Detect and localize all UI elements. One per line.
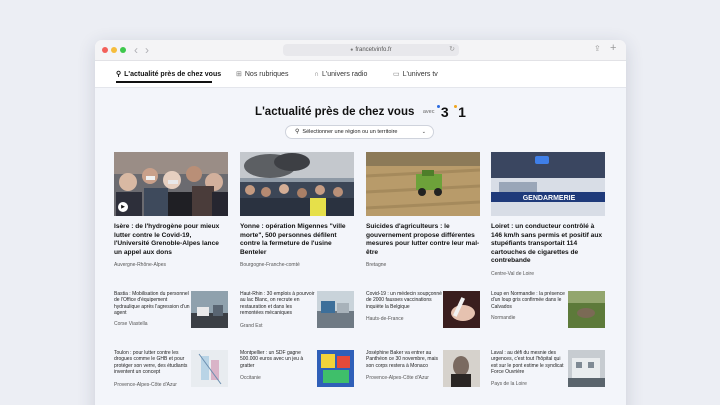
- story-title[interactable]: Haut-Rhin : 30 emplois à pourvoir au lac…: [240, 291, 316, 317]
- grid-icon: ⊞: [236, 71, 242, 78]
- story-title[interactable]: Loiret : un conducteur contrôlé à 146 km…: [491, 223, 605, 266]
- story-photo-demonstration: [240, 152, 354, 216]
- story-region: Normandie: [491, 315, 516, 322]
- top-story-card[interactable]: Yonne : opération Migennes "ville morte"…: [240, 152, 354, 268]
- page-title: L'actualité près de chez vous: [255, 105, 415, 118]
- story-title[interactable]: Loup en Normandie : la présence d'un lou…: [491, 291, 567, 310]
- story-title[interactable]: Montpellier : un SDF gagne 500.000 euros…: [240, 350, 316, 369]
- story-thumbnail: [191, 291, 228, 328]
- headphones-icon: ∩: [314, 71, 320, 78]
- lock-icon: ●: [350, 47, 354, 53]
- close-window-button[interactable]: [102, 47, 108, 53]
- reload-icon[interactable]: ↻: [449, 44, 455, 56]
- nav-item-label: L'univers tv: [402, 71, 438, 78]
- story-thumbnail: [443, 350, 480, 387]
- story-photo-crowd: ▶: [114, 152, 228, 216]
- story-title[interactable]: Yonne : opération Migennes "ville morte"…: [240, 223, 354, 257]
- story-photo-gendarmerie: GENDARMERIE: [491, 152, 605, 216]
- story-thumbnail: [317, 350, 354, 387]
- nav-item-label: L'univers radio: [322, 71, 368, 78]
- location-pin-icon: ⚲: [295, 129, 300, 135]
- story-thumbnail: [443, 291, 480, 328]
- list-item[interactable]: Joséphine Baker va entrer au Panthéon ce…: [366, 350, 480, 400]
- region-select[interactable]: ⚲ Sélectionner une région ou un territoir…: [285, 125, 434, 139]
- story-photo-harvester: [366, 152, 480, 216]
- story-region: Occitanie: [240, 375, 261, 382]
- la1ere-logo: 1: [454, 104, 466, 120]
- list-item[interactable]: Bastia : Mobilisation du personnel de l'…: [114, 291, 228, 341]
- story-region: Provence-Alpes-Côte d'Azur: [366, 375, 429, 382]
- nav-item-label: L'actualité près de chez vous: [124, 71, 222, 78]
- top-story-card[interactable]: ▶ Isère : de l'hydrogène pour mieux lutt…: [114, 152, 228, 268]
- url-text: francetvinfo.fr: [355, 47, 392, 53]
- story-region: Corse Viastella: [114, 320, 148, 327]
- story-region: Centre-Val de Loire: [491, 270, 534, 277]
- share-icon[interactable]: ⇪: [594, 44, 601, 53]
- top-story-card[interactable]: Suicides d'agriculteurs : le gouvernemen…: [366, 152, 480, 268]
- list-item[interactable]: Covid-19 : un médecin soupçonné de 2000 …: [366, 291, 480, 341]
- avec-label: avec: [422, 108, 435, 115]
- list-item[interactable]: Montpellier : un SDF gagne 500.000 euros…: [240, 350, 354, 400]
- story-region: Hauts-de-France: [366, 316, 404, 323]
- story-thumbnail: [191, 350, 228, 387]
- list-item[interactable]: Haut-Rhin : 30 emplois à pourvoir au lac…: [240, 291, 354, 341]
- browser-window: ‹ › ● francetvinfo.fr ↻ ⇪ + ⚲ L'actualité …: [95, 40, 626, 405]
- active-tab-indicator: [116, 81, 212, 83]
- svg-text:GENDARMERIE: GENDARMERIE: [523, 195, 576, 202]
- story-title[interactable]: Joséphine Baker va entrer au Panthéon ce…: [366, 350, 442, 369]
- list-item[interactable]: Toulon : pour lutter contre les drogues …: [114, 350, 228, 400]
- top-story-card[interactable]: GENDARMERIE Loiret : un conducteur contr…: [491, 152, 605, 277]
- nav-item-label: Nos rubriques: [244, 71, 289, 78]
- address-bar[interactable]: ● francetvinfo.fr ↻: [283, 44, 459, 56]
- story-title[interactable]: Laval : au défi du mesnie des urgences, …: [491, 350, 567, 376]
- story-thumbnail: [317, 291, 354, 328]
- new-tab-icon[interactable]: +: [610, 42, 616, 54]
- back-icon[interactable]: ‹: [134, 43, 138, 57]
- minimize-window-button[interactable]: [111, 47, 117, 53]
- site-navigation: ⚲ L'actualité près de chez vous ⊞ Nos rubr…: [95, 61, 626, 88]
- play-icon[interactable]: ▶: [118, 202, 128, 212]
- story-title[interactable]: Suicides d'agriculteurs : le gouvernemen…: [366, 223, 480, 257]
- list-item[interactable]: Loup en Normandie : la présence d'un lou…: [491, 291, 605, 341]
- story-thumbnail: [568, 350, 605, 387]
- story-region: Pays de la Loire: [491, 380, 527, 387]
- nav-item-radio[interactable]: ∩ L'univers radio: [314, 61, 367, 88]
- zoom-window-button[interactable]: [120, 47, 126, 53]
- story-title[interactable]: Isère : de l'hydrogène pour mieux lutter…: [114, 223, 228, 257]
- story-region: Provence-Alpes-Côte d'Azur: [114, 381, 177, 388]
- nav-item-rubriques[interactable]: ⊞ Nos rubriques: [236, 61, 288, 88]
- browser-toolbar: ‹ › ● francetvinfo.fr ↻ ⇪ +: [95, 40, 626, 61]
- story-region: Bretagne: [366, 262, 387, 269]
- story-region: Grand Est: [240, 322, 263, 329]
- forward-icon[interactable]: ›: [145, 43, 149, 57]
- tv-icon: ▭: [393, 71, 400, 78]
- story-thumbnail: [568, 291, 605, 328]
- story-region: Bourgogne-Franche-comté: [240, 262, 300, 269]
- france3-logo: 3: [436, 104, 449, 120]
- nav-item-tv[interactable]: ▭ L'univers tv: [393, 61, 438, 88]
- location-pin-icon: ⚲: [116, 71, 122, 78]
- nav-item-local-news[interactable]: ⚲ L'actualité près de chez vous: [116, 61, 221, 88]
- chevron-down-icon: ⌄: [421, 129, 426, 135]
- story-title[interactable]: Toulon : pour lutter contre les drogues …: [114, 350, 190, 376]
- story-title[interactable]: Bastia : Mobilisation du personnel de l'…: [114, 291, 190, 317]
- region-select-label: Sélectionner une région ou un territoire: [302, 129, 398, 135]
- story-region: Auvergne-Rhône-Alpes: [114, 262, 166, 269]
- story-title[interactable]: Covid-19 : un médecin soupçonné de 2000 …: [366, 291, 442, 310]
- list-item[interactable]: Laval : au défi du mesnie des urgences, …: [491, 350, 605, 400]
- page-heading: L'actualité près de chez vous avec 3 1: [95, 103, 626, 121]
